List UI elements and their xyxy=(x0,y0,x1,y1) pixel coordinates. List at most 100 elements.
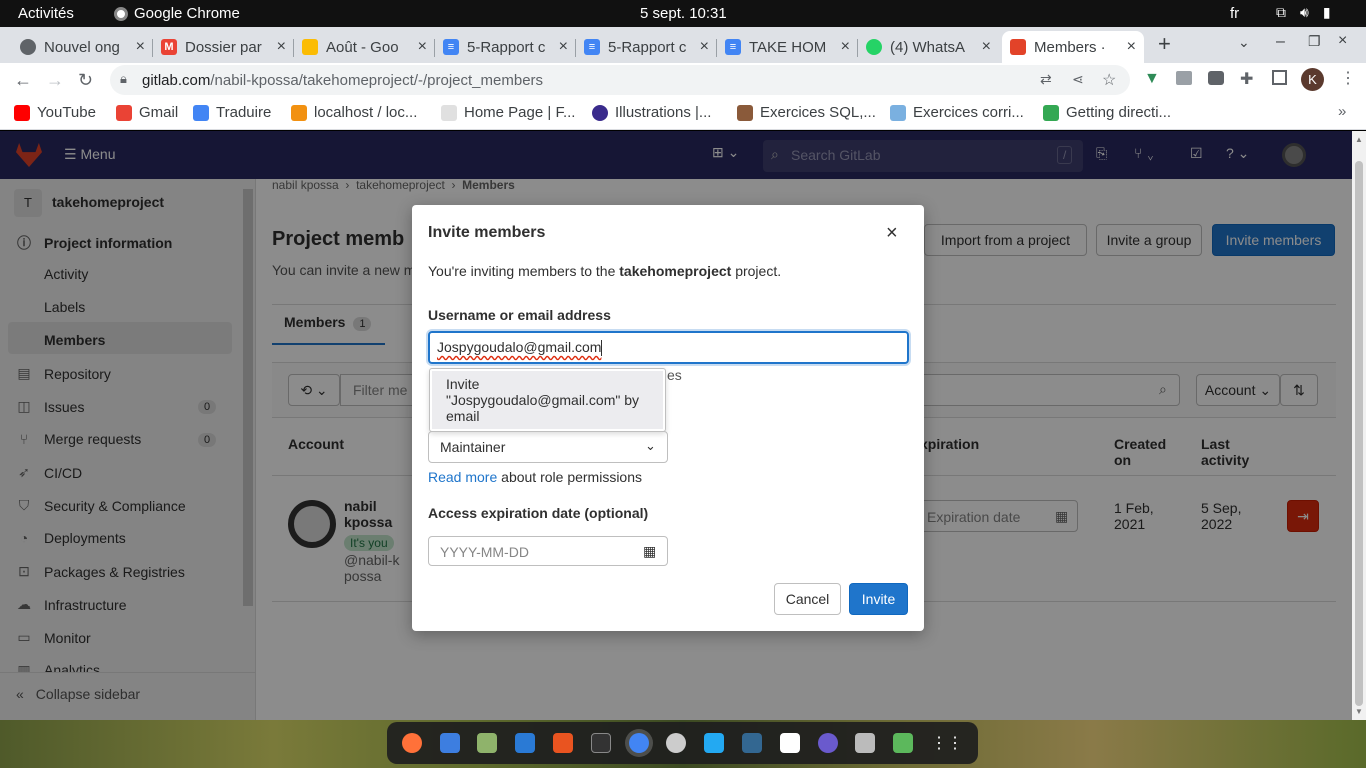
read-more-link[interactable]: Read more xyxy=(428,469,497,485)
show-apps-icon[interactable]: ⋮⋮ xyxy=(931,733,963,753)
close-tab-icon[interactable]: × xyxy=(841,38,850,56)
invite-button[interactable]: Invite xyxy=(849,583,908,615)
expiration-label: Access expiration date (optional) xyxy=(428,505,649,521)
url-text: gitlab.com/nabil-kpossa/takehomeproject/… xyxy=(142,72,544,89)
address-bar[interactable]: 🔒︎ gitlab.com/nabil-kpossa/takehomeproje… xyxy=(110,65,1130,95)
activities-button[interactable]: Activités xyxy=(18,5,74,22)
vscode-icon[interactable] xyxy=(704,733,725,753)
extensions-puzzle-icon[interactable]: ✚ xyxy=(1240,69,1253,89)
kebab-menu-icon[interactable]: ⋮ xyxy=(1340,68,1356,88)
browser-tab[interactable]: ≡ TAKE HOM × xyxy=(717,31,858,63)
files-icon[interactable] xyxy=(477,733,498,753)
browser-tab[interactable]: (4) WhatsA × xyxy=(858,31,999,63)
close-tab-icon[interactable]: × xyxy=(418,38,427,56)
side-panel-icon[interactable] xyxy=(1272,70,1287,85)
more-bookmarks-icon[interactable]: » xyxy=(1338,103,1346,120)
close-window-button[interactable]: × xyxy=(1338,32,1347,50)
bookmark-getting-directions[interactable]: Getting directi... xyxy=(1043,104,1171,121)
lock-icon: 🔒︎ xyxy=(120,71,127,86)
site-icon xyxy=(1043,104,1059,121)
bookmark-home-page[interactable]: Home Page | F... xyxy=(441,104,575,121)
profile-avatar[interactable]: K xyxy=(1301,68,1324,91)
invite-suggestion-dropdown: Invite "Jospygoudalo@gmail.com" by email xyxy=(429,368,666,432)
app-menu[interactable]: Google Chrome xyxy=(114,5,240,22)
volume-icon: 🔊︎ xyxy=(1300,4,1309,20)
chrome-icon xyxy=(114,6,128,21)
close-tab-icon[interactable]: × xyxy=(982,38,991,56)
drive-icon xyxy=(302,39,318,55)
page-scrollbar[interactable]: ▲ ▼ xyxy=(1352,131,1366,720)
docs-icon: ≡ xyxy=(584,39,600,55)
postgresql-icon[interactable] xyxy=(742,733,763,753)
invite-by-email-option[interactable]: Invite "Jospygoudalo@gmail.com" by email xyxy=(432,371,663,429)
bookmark-star-icon[interactable]: ☆ xyxy=(1102,70,1116,90)
chevron-down-icon: ⌄ xyxy=(645,438,656,453)
restore-button[interactable]: ❐ xyxy=(1308,33,1321,50)
scroll-up-icon[interactable]: ▲ xyxy=(1355,135,1363,144)
close-icon[interactable]: × xyxy=(886,223,898,243)
browser-tab[interactable]: Nouvel ong × xyxy=(12,31,153,63)
reload-icon[interactable]: ↻ xyxy=(78,70,93,91)
youtube-icon xyxy=(14,104,30,121)
tab-search-icon[interactable]: ⌄ xyxy=(1238,34,1250,51)
bookmark-gmail[interactable]: Gmail xyxy=(116,104,178,121)
app-name: Google Chrome xyxy=(134,5,240,22)
keyboard-layout[interactable]: fr xyxy=(1230,5,1239,22)
tab-strip: Nouvel ong × M Dossier par × Août - Goo × ≡… xyxy=(0,27,1366,63)
role-select[interactable]: Maintainer ⌄ xyxy=(428,431,668,463)
notes-icon[interactable] xyxy=(779,733,800,753)
terminal-icon[interactable] xyxy=(590,733,611,753)
browser-tab-active[interactable]: Members · × xyxy=(1002,31,1144,63)
extension-icon[interactable] xyxy=(1208,71,1224,85)
software-icon[interactable] xyxy=(553,733,574,753)
bookmark-exercices-corriges[interactable]: Exercices corri... xyxy=(890,104,1024,121)
browser-tab[interactable]: Août - Goo × xyxy=(294,31,435,63)
eclipse-icon[interactable] xyxy=(817,733,838,753)
close-tab-icon[interactable]: × xyxy=(136,38,145,56)
site-icon xyxy=(737,104,753,121)
dock: ⋮⋮ xyxy=(387,722,978,764)
docs-icon: ≡ xyxy=(443,39,459,55)
phpmyadmin-icon xyxy=(291,104,307,121)
forward-icon[interactable]: → xyxy=(46,70,64,91)
close-tab-icon[interactable]: × xyxy=(559,38,568,56)
illustrations-icon xyxy=(592,104,608,121)
thunderbird-icon[interactable] xyxy=(439,733,460,753)
browser-tab[interactable]: M Dossier par × xyxy=(153,31,294,63)
google-icon xyxy=(116,104,132,121)
system-tray[interactable]: ⧉ 🔊︎ ▮ xyxy=(1276,4,1331,21)
modal-title: Invite members xyxy=(428,224,546,241)
back-icon[interactable]: ← xyxy=(14,70,32,91)
browser-tab[interactable]: ≡ 5-Rapport c × xyxy=(576,31,717,63)
system-top-bar: Activités Google Chrome 5 sept. 10:31 fr… xyxy=(0,0,1366,27)
translate-icon[interactable]: ⇄ xyxy=(1040,71,1052,88)
bookmark-traduire[interactable]: Traduire xyxy=(193,104,271,121)
share-icon[interactable]: ⋖ xyxy=(1072,71,1084,88)
calendar-icon[interactable]: ▦ xyxy=(643,543,656,560)
close-tab-icon[interactable]: × xyxy=(700,38,709,56)
close-tab-icon[interactable]: × xyxy=(1127,38,1136,56)
browser-tab[interactable]: ≡ 5-Rapport c × xyxy=(435,31,576,63)
chrome-icon[interactable] xyxy=(628,733,649,753)
expiration-date-input[interactable]: YYYY-MM-DD ▦ xyxy=(428,536,668,566)
cancel-button[interactable]: Cancel xyxy=(774,583,841,615)
close-tab-icon[interactable]: × xyxy=(277,38,286,56)
bookmark-exercices-sql[interactable]: Exercices SQL,... xyxy=(737,104,876,121)
bookmark-illustrations[interactable]: Illustrations |... xyxy=(592,104,711,121)
new-tab-button[interactable]: + xyxy=(1158,31,1171,57)
minimize-button[interactable]: – xyxy=(1276,33,1285,51)
document-viewer-icon[interactable] xyxy=(855,733,876,753)
username-email-input[interactable]: Jospygoudalo@gmail.com xyxy=(428,331,909,364)
firefox-icon[interactable] xyxy=(401,733,422,753)
scroll-down-icon[interactable]: ▼ xyxy=(1355,707,1363,716)
trash-icon[interactable] xyxy=(893,733,914,753)
text-editor-icon[interactable] xyxy=(515,733,536,753)
bookmark-youtube[interactable]: YouTube xyxy=(14,104,96,121)
scrollbar-thumb[interactable] xyxy=(1355,161,1363,706)
settings-icon[interactable] xyxy=(666,733,687,753)
bookmark-localhost[interactable]: localhost / loc... xyxy=(291,104,417,121)
translate-icon xyxy=(193,104,209,121)
clock[interactable]: 5 sept. 10:31 xyxy=(640,5,727,22)
vue-devtools-icon[interactable]: ▼ xyxy=(1144,70,1160,88)
extension-icon[interactable] xyxy=(1176,71,1192,85)
